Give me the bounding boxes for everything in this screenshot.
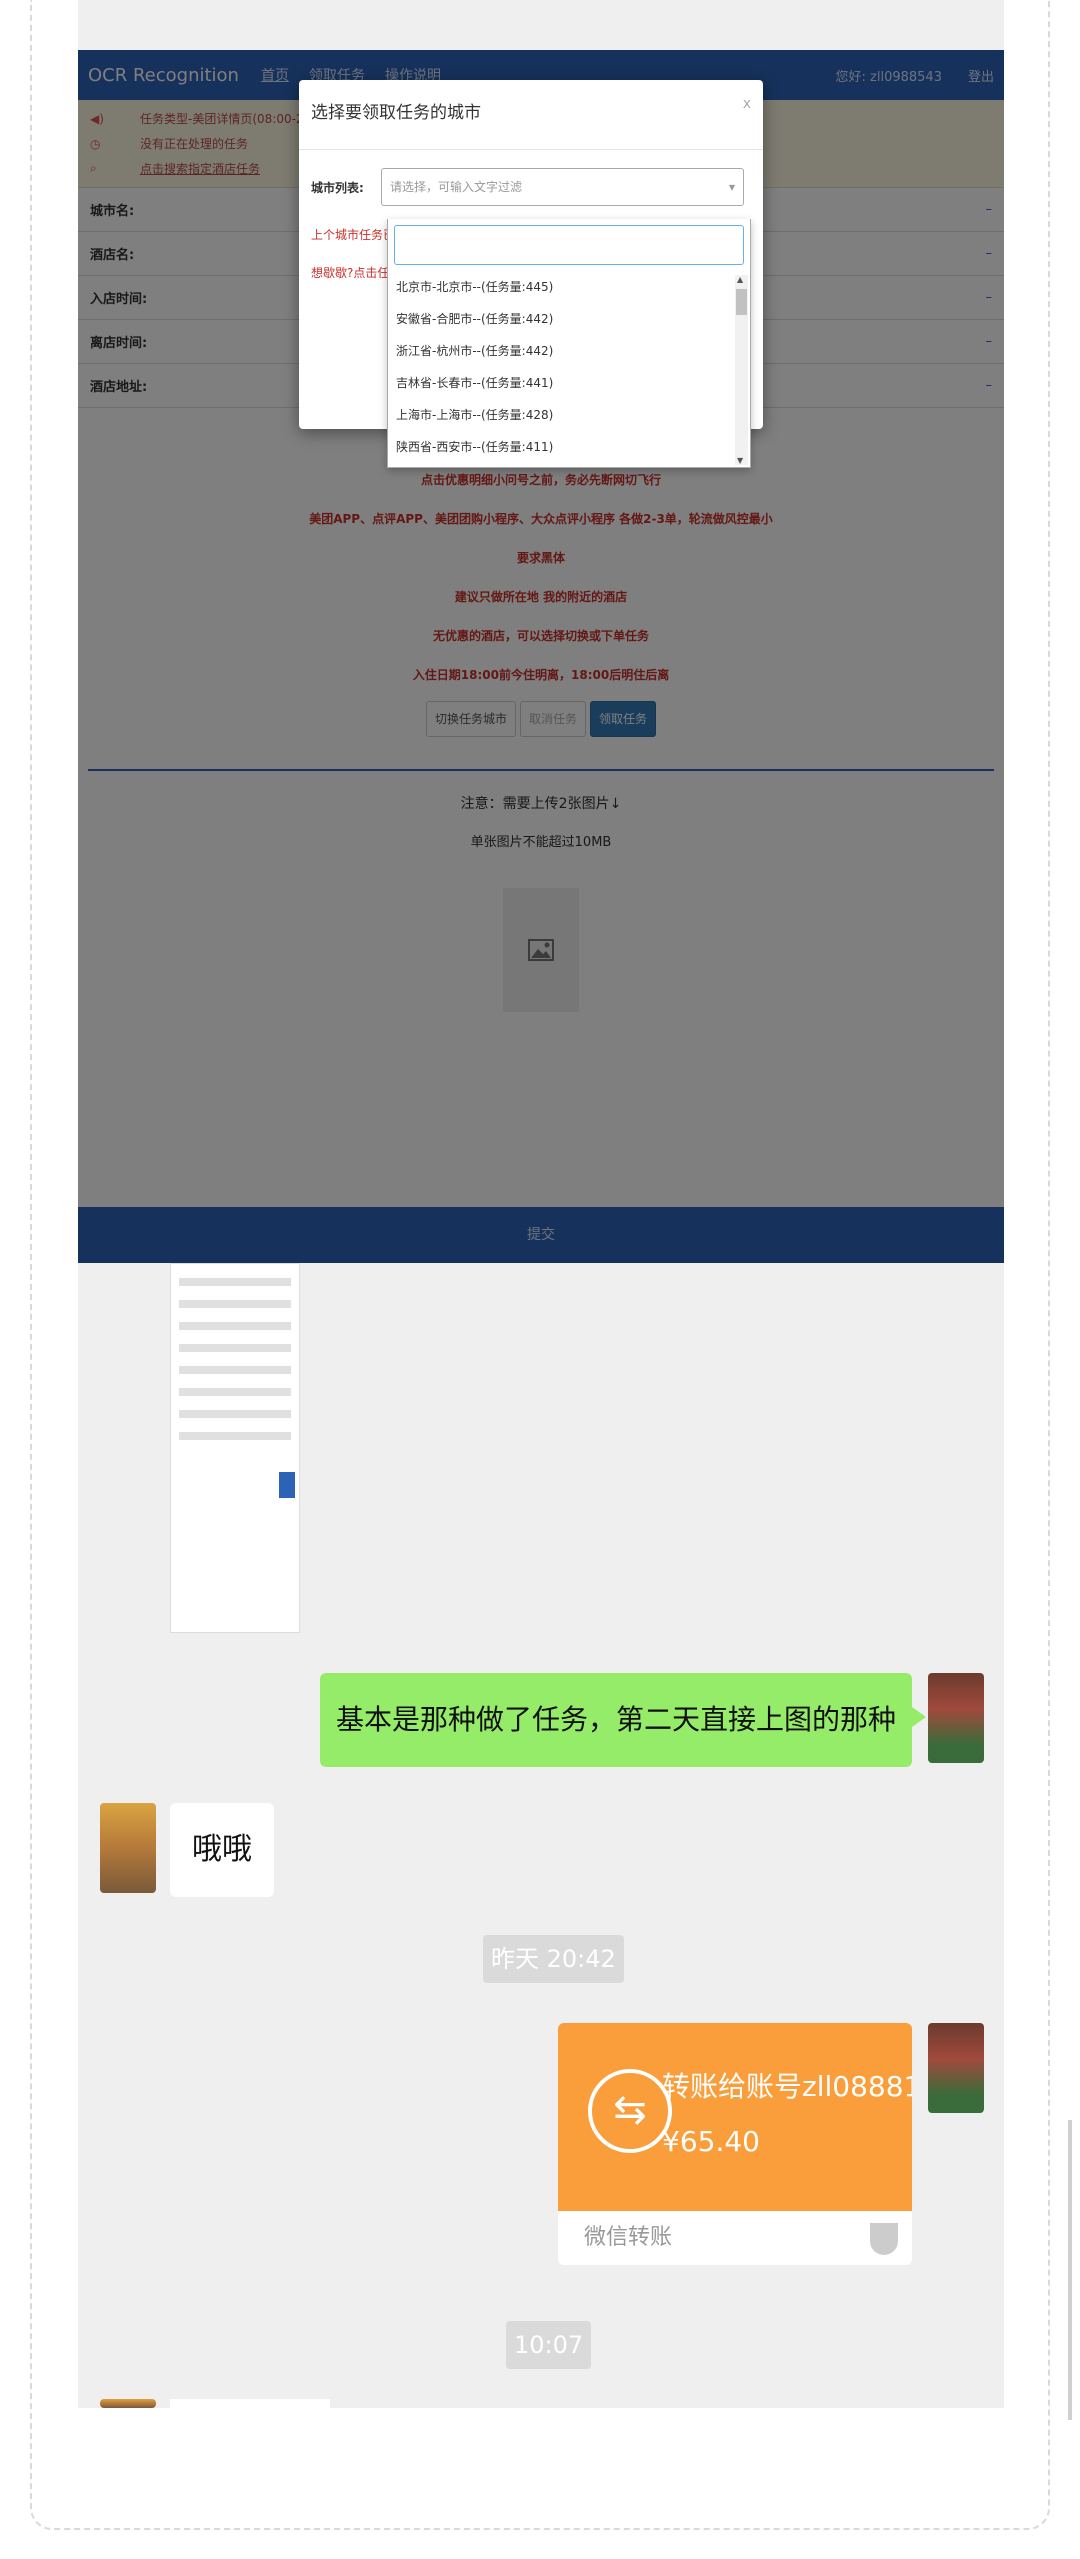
city-list-label: 城市列表:	[311, 180, 364, 195]
city-option[interactable]: 吉林省-长春市--(任务量:441)	[396, 367, 750, 399]
city-dropdown: 北京市-北京市--(任务量:445) 安徽省-合肥市--(任务量:442) 浙江…	[387, 219, 751, 468]
chat-conversation: 基本是那种做了任务，第二天直接上图的那种 哦哦 昨天 20:42 ⇆ 转账给账号…	[78, 1263, 1004, 2408]
timestamp: 昨天 20:42	[483, 1935, 624, 1983]
transfer-title: 转账给账号zll0888106..	[662, 2070, 912, 2103]
city-option[interactable]: 陕西省-西安市--(任务量:411)	[396, 431, 750, 463]
close-icon[interactable]: x	[743, 96, 751, 112]
contact-message-bubble[interactable]: 哦哦	[170, 1803, 274, 1897]
contact-message-bubble-partial	[170, 2399, 330, 2408]
city-option-list: 北京市-北京市--(任务量:445) 安徽省-合肥市--(任务量:442) 浙江…	[388, 271, 750, 465]
dropdown-scrollbar[interactable]: ▲ ▼	[735, 275, 748, 465]
city-select[interactable]: 请选择，可输入文字过滤 ▾	[381, 168, 744, 206]
city-option[interactable]: 北京市-北京市--(任务量:445)	[396, 271, 750, 303]
transfer-icon: ⇆	[588, 2069, 672, 2153]
page-scrollbar[interactable]	[1068, 2120, 1072, 2420]
chat-image-thumbnail[interactable]	[170, 1263, 300, 1633]
contact-avatar[interactable]	[100, 2399, 156, 2408]
my-avatar[interactable]	[928, 2023, 984, 2113]
city-option[interactable]: 安徽省-合肥市--(任务量:442)	[396, 303, 750, 335]
screenshot-container: OCR Recognition 首页 领取任务 操作说明 您好: zll0988…	[78, 0, 1004, 2408]
scrollbar-thumb[interactable]	[736, 289, 747, 315]
shield-icon	[870, 2223, 898, 2255]
contact-avatar[interactable]	[100, 1803, 156, 1893]
modal-header: 选择要领取任务的城市 x	[299, 80, 763, 150]
my-message-bubble[interactable]: 基本是那种做了任务，第二天直接上图的那种	[319, 1673, 927, 1767]
city-option[interactable]: 浙江省-杭州市--(任务量:442)	[396, 335, 750, 367]
chevron-down-icon: ▾	[728, 180, 735, 194]
timestamp: 10:07	[506, 2321, 592, 2369]
transfer-amount: ¥65.40	[662, 2125, 760, 2158]
dropdown-search-input[interactable]	[394, 225, 744, 265]
scroll-up-icon[interactable]: ▲	[737, 275, 743, 284]
modal-title: 选择要领取任务的城市	[311, 103, 481, 123]
scroll-down-icon[interactable]: ▼	[737, 456, 743, 465]
city-select-placeholder: 请选择，可输入文字过滤	[390, 180, 523, 194]
my-avatar[interactable]	[928, 1673, 984, 1763]
transfer-footer: 微信转账	[584, 2225, 673, 2250]
city-option[interactable]: 上海市-上海市--(任务量:428)	[396, 399, 750, 431]
transfer-card[interactable]: ⇆ 转账给账号zll0888106.. ¥65.40 微信转账	[558, 2023, 912, 2265]
